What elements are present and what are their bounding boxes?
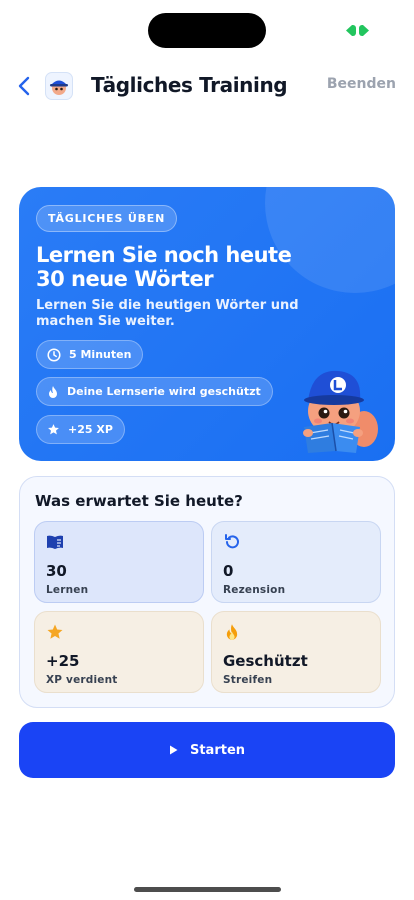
xp-value: +25 [46, 652, 80, 670]
play-icon [169, 745, 178, 755]
mascot-reading-illustration [303, 370, 378, 453]
start-button[interactable]: Starten [19, 722, 395, 778]
xp-label: XP verdient [46, 674, 118, 686]
learn-label: Lernen [46, 584, 89, 596]
star-icon [48, 424, 59, 435]
app-header: Tägliches Training Beenden [0, 66, 414, 106]
avatar [45, 72, 73, 100]
daily-practice-badge: TÄGLICHES ÜBEN [36, 205, 178, 232]
review-label: Rezension [223, 584, 286, 596]
xp-chip: +25 XP [36, 415, 125, 444]
refresh-icon [225, 534, 239, 549]
start-button-label: Starten [189, 742, 246, 758]
clock-icon [47, 347, 61, 362]
hero-title-line2: 30 neue Wörter [36, 267, 214, 291]
flame-icon [49, 385, 57, 398]
streak-label: Streifen [223, 674, 273, 686]
back-button[interactable] [12, 72, 36, 100]
streak-tile: Geschützt Streifen [211, 611, 381, 693]
hero-subtitle: Lernen Sie die heutigen Wörter und mache… [36, 298, 299, 329]
home-indicator[interactable] [134, 887, 281, 892]
streak-chip: Deine Lernserie wird geschützt [36, 377, 273, 406]
xp-chip-label: +25 XP [68, 423, 113, 436]
expectations-title: Was erwartet Sie heute? [35, 492, 243, 510]
streak-value: Geschützt [223, 652, 308, 670]
review-value: 0 [223, 562, 234, 580]
star-icon [47, 624, 63, 639]
hero-title: Lernen Sie noch heute 30 neue Wörter [36, 243, 316, 291]
learn-tile: 30 Lernen [34, 521, 204, 603]
duration-chip: 5 Minuten [36, 340, 144, 369]
avatar-mascot-icon [50, 80, 68, 95]
streak-chip-label: Deine Lernserie wird geschützt [67, 385, 261, 398]
page-title: Tägliches Training [91, 73, 288, 97]
chevron-left-icon [18, 76, 30, 96]
today-expectations-card: Was erwartet Sie heute? 30 Lernen 0 Reze… [19, 476, 395, 708]
review-tile: 0 Rezension [211, 521, 381, 603]
hero-title-line1: Lernen Sie noch heute [36, 243, 292, 267]
xp-tile: +25 XP verdient [34, 611, 204, 693]
daily-practice-card: TÄGLICHES ÜBEN Lernen Sie noch heute 30 … [19, 187, 395, 461]
duration-chip-label: 5 Minuten [69, 348, 132, 361]
status-indicator-icon [346, 25, 372, 36]
flame-icon [226, 624, 238, 640]
end-button[interactable]: Beenden [327, 76, 396, 92]
book-icon [47, 535, 63, 549]
learn-value: 30 [46, 562, 67, 580]
dynamic-island [148, 13, 266, 48]
